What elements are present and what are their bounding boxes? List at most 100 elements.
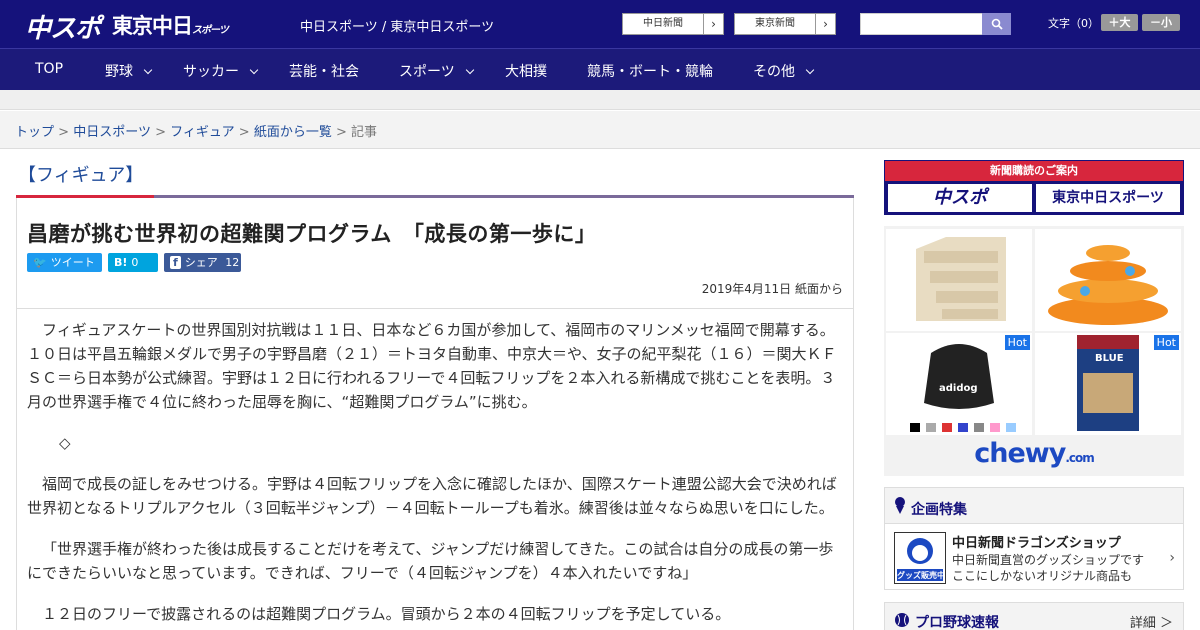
breadcrumb-chunichi-sports[interactable]: 中日スポーツ xyxy=(73,125,151,140)
hot-badge: Hot xyxy=(1004,335,1030,350)
nav-baseball[interactable]: 野球 xyxy=(105,61,153,81)
hatena-icon: B! xyxy=(114,256,128,269)
article-paragraph: 福岡で成長の証しをみせつける。宇野は４回転フリップを入念に確認したほか、国際スケ… xyxy=(27,475,837,517)
dragons-shop-description: 中日新聞直営のグッズショップです ここにしかないオリジナル商品も xyxy=(952,552,1144,584)
dragons-shop-link[interactable]: 中日新聞ドラゴンズショップ xyxy=(952,532,1121,551)
article-headline: 昌磨が挑む世界初の超難関プログラム 「成長の第一歩に」 xyxy=(27,222,597,246)
search-button[interactable] xyxy=(982,13,1011,35)
dragons-shop-desc-line: 中日新聞直営のグッズショップです xyxy=(952,553,1145,567)
nav-soccer[interactable]: サッカー xyxy=(183,61,259,81)
nav-racing-label: 競馬・ボート・競輪 xyxy=(587,64,713,80)
special-features-title: 企画特集 xyxy=(911,502,967,518)
gray-band xyxy=(0,90,1200,110)
advertisement[interactable]: ⓘ✕ adidog Hot xyxy=(884,226,1184,476)
font-larger-button[interactable]: ＋大 xyxy=(1101,14,1138,31)
baseball-icon xyxy=(895,613,909,627)
article-section-mark: ◇ xyxy=(59,434,71,452)
tokyo-chunichi-logo[interactable]: 東京中日スポーツ xyxy=(112,10,229,40)
special-features: 企画特集 グッズ販売中 中日新聞ドラゴンズショップ 中日新聞直営のグッズショップ… xyxy=(884,487,1184,590)
article: 昌磨が挑む世界初の超難関プログラム 「成長の第一歩に」 🐦 ツイート B! 0 fシ… xyxy=(16,198,854,630)
font-size-label: 文字（0） xyxy=(1048,17,1099,30)
breadcrumb-figure[interactable]: フィギュア xyxy=(170,125,234,140)
breadcrumb-bar: トップ > 中日スポーツ > フィギュア > 紙面から一覧 > 記事 xyxy=(0,111,1200,149)
chevron-right-icon: › xyxy=(703,14,723,34)
article-paragraph: フィギュアスケートの世界国別対抗戦は１１日、日本など６カ国が参加して、福岡市のマ… xyxy=(27,321,837,411)
search-input[interactable] xyxy=(860,13,983,35)
hatena-bookmark-button[interactable]: B! 0 xyxy=(108,253,158,272)
cat-toy-image xyxy=(1048,245,1168,325)
chevron-down-icon xyxy=(465,65,474,75)
nav-entertainment-label: 芸能・社会 xyxy=(289,64,359,80)
subscription-banner[interactable]: 新聞購読のご案内 中スポ 東京中日スポーツ xyxy=(884,160,1184,215)
nav-entertainment[interactable]: 芸能・社会 xyxy=(289,61,359,81)
main-nav: TOP 野球 サッカー 芸能・社会 スポーツ 大相撲 競馬・ボート・競輪 その他 xyxy=(0,48,1200,90)
pro-baseball-scores: プロ野球速報 詳細 ＞ xyxy=(884,602,1184,630)
breadcrumb-separator: > xyxy=(58,125,70,140)
chewy-logo[interactable]: chewy.com xyxy=(884,438,1184,469)
font-smaller-button[interactable]: －小 xyxy=(1142,14,1180,31)
breadcrumb: トップ > 中日スポーツ > フィギュア > 紙面から一覧 > 記事 xyxy=(15,121,377,140)
dragons-shop-thumb-text: グッズ販売中 xyxy=(897,571,945,580)
facebook-share-label: シェア xyxy=(184,256,218,269)
facebook-icon: f xyxy=(170,256,181,269)
nav-sports[interactable]: スポーツ xyxy=(399,61,474,81)
chunichi-shimbun-button[interactable]: 中日新聞 › xyxy=(622,13,724,35)
ribbon-icon xyxy=(895,497,905,514)
breadcrumb-separator: > xyxy=(335,125,347,140)
nav-top-label: TOP xyxy=(35,61,64,77)
article-divider xyxy=(17,308,853,309)
nav-sumo[interactable]: 大相撲 xyxy=(505,61,547,81)
category-title: 【フィギュア】 xyxy=(18,165,144,186)
chewy-brand-suffix: .com xyxy=(1065,451,1094,465)
article-date: 2019年4月11日 紙面から xyxy=(701,282,843,296)
breadcrumb-paper-list[interactable]: 紙面から一覧 xyxy=(254,125,332,140)
chevron-down-icon xyxy=(143,65,153,75)
facebook-share-count: 12 xyxy=(225,256,240,269)
ad-item-cat-toy[interactable] xyxy=(1035,229,1181,331)
nav-other-label: その他 xyxy=(753,64,795,80)
dragons-shop-desc-line: ここにしかないオリジナル商品も xyxy=(952,569,1133,583)
special-features-header: 企画特集 xyxy=(885,488,1183,524)
top-header: 中スポ 東京中日スポーツ 中日スポーツ / 東京中日スポーツ 中日新聞 › 東京… xyxy=(0,0,1200,48)
chevron-right-icon: › xyxy=(815,14,835,34)
dragons-shop-thumbnail[interactable]: グッズ販売中 xyxy=(894,532,946,584)
article-paragraph: １２日のフリーで披露されるのは超難関プログラム。冒頭から２本の４回転フリップを予… xyxy=(42,605,731,623)
ad-item-dog-hoodie[interactable]: adidog Hot xyxy=(886,333,1032,435)
ad-item-pet-stairs[interactable] xyxy=(886,229,1032,331)
chevron-down-icon xyxy=(805,65,815,75)
breadcrumb-top[interactable]: トップ xyxy=(15,125,54,140)
dog-hoodie-text: adidog xyxy=(939,383,978,394)
tokyo-shimbun-label: 東京新聞 xyxy=(755,18,795,29)
nav-other[interactable]: その他 xyxy=(753,61,815,81)
subscription-logo-tokyo: 東京中日スポーツ xyxy=(1036,184,1180,212)
breadcrumb-separator: > xyxy=(238,125,250,140)
subscription-title: 新聞購読のご案内 xyxy=(885,161,1183,181)
chevron-right-icon[interactable]: › xyxy=(1169,550,1175,566)
tokyo-logo-sub: スポーツ xyxy=(192,25,229,36)
search-icon xyxy=(991,18,1003,30)
chusupo-logo[interactable]: 中スポ xyxy=(25,8,101,45)
nav-racing[interactable]: 競馬・ボート・競輪 xyxy=(587,61,713,81)
ad-item-dog-food[interactable]: BLUE Hot xyxy=(1035,333,1181,435)
facebook-share-button[interactable]: f シェア 12 xyxy=(164,253,241,272)
nav-baseball-label: 野球 xyxy=(105,64,133,80)
tokyo-shimbun-button[interactable]: 東京新聞 › xyxy=(734,13,836,35)
nav-soccer-label: サッカー xyxy=(183,64,239,80)
nav-sports-label: スポーツ xyxy=(399,64,455,80)
twitter-icon: 🐦 xyxy=(33,256,47,269)
article-body: フィギュアスケートの世界国別対抗戦は１１日、日本など６カ国が参加して、福岡市のマ… xyxy=(27,318,845,630)
pet-stairs-image xyxy=(916,237,1006,321)
chewy-brand: chewy xyxy=(974,438,1066,469)
tweet-label: ツイート xyxy=(50,256,95,269)
pro-baseball-title: プロ野球速報 xyxy=(915,615,999,630)
nav-top[interactable]: TOP xyxy=(35,61,63,77)
breadcrumb-current: 記事 xyxy=(351,125,378,140)
breadcrumb-separator: > xyxy=(155,125,166,140)
subscription-logo-chusupo: 中スポ xyxy=(888,184,1032,212)
site-names: 中日スポーツ / 東京中日スポーツ xyxy=(300,20,495,35)
tweet-button[interactable]: 🐦 ツイート xyxy=(27,253,102,272)
tokyo-logo-main: 東京中日 xyxy=(112,14,193,38)
pro-baseball-details-link[interactable]: 詳細 ＞ xyxy=(1130,612,1173,630)
article-paragraph: 「世界選手権が終わった後は成長することだけを考えて、ジャンプだけ練習してきた。こ… xyxy=(27,540,834,582)
hatena-count: 0 xyxy=(131,256,139,269)
